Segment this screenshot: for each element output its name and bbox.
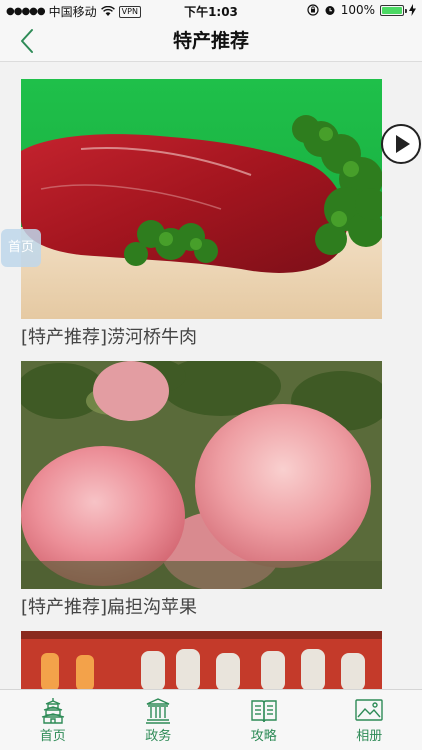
tab-label: 相册 xyxy=(356,729,383,744)
page-title: 特产推荐 xyxy=(172,30,249,52)
photo-album-icon xyxy=(355,699,383,721)
play-icon xyxy=(396,135,410,153)
product-image xyxy=(21,631,382,689)
tab-label: 攻略 xyxy=(250,729,277,744)
alarm-icon xyxy=(325,6,335,15)
pagoda-icon xyxy=(41,698,64,724)
charging-icon xyxy=(409,4,416,16)
battery-icon xyxy=(380,4,407,16)
rotation-lock-icon xyxy=(307,4,319,16)
tab-home[interactable]: 首页 xyxy=(0,690,106,750)
government-building-icon xyxy=(146,698,171,724)
nav-bar: 特产推荐 xyxy=(0,20,422,62)
play-button[interactable] xyxy=(381,124,421,164)
list-item[interactable]: [特产推荐]扁担沟苹果 xyxy=(21,361,382,621)
tab-government[interactable]: 政务 xyxy=(106,690,212,750)
tab-bar: 首页 政务 攻略 相册 xyxy=(0,689,422,750)
list-item[interactable] xyxy=(21,631,382,689)
beef-image xyxy=(21,79,382,319)
product-list[interactable]: [特产推荐]涝河桥牛肉 [特产推荐]扁担沟苹果 xyxy=(0,62,422,689)
tab-guide[interactable]: 攻略 xyxy=(211,690,317,750)
tab-album[interactable]: 相册 xyxy=(317,690,422,750)
floating-home-button[interactable]: 首页 xyxy=(1,229,41,267)
list-item[interactable]: [特产推荐]涝河桥牛肉 xyxy=(21,79,382,351)
item-title: [特产推荐]扁担沟苹果 xyxy=(21,597,198,618)
battery-percent: 100% xyxy=(340,3,375,17)
open-book-icon xyxy=(251,700,277,723)
status-right: 100% xyxy=(307,3,416,17)
item-title: [特产推荐]涝河桥牛肉 xyxy=(21,327,198,348)
status-bar: ●●●●● 中国移动 VPN 下午1:03 100% xyxy=(0,0,422,20)
tab-label: 政务 xyxy=(145,729,172,744)
tab-label: 首页 xyxy=(39,729,66,744)
apple-image xyxy=(21,361,382,589)
